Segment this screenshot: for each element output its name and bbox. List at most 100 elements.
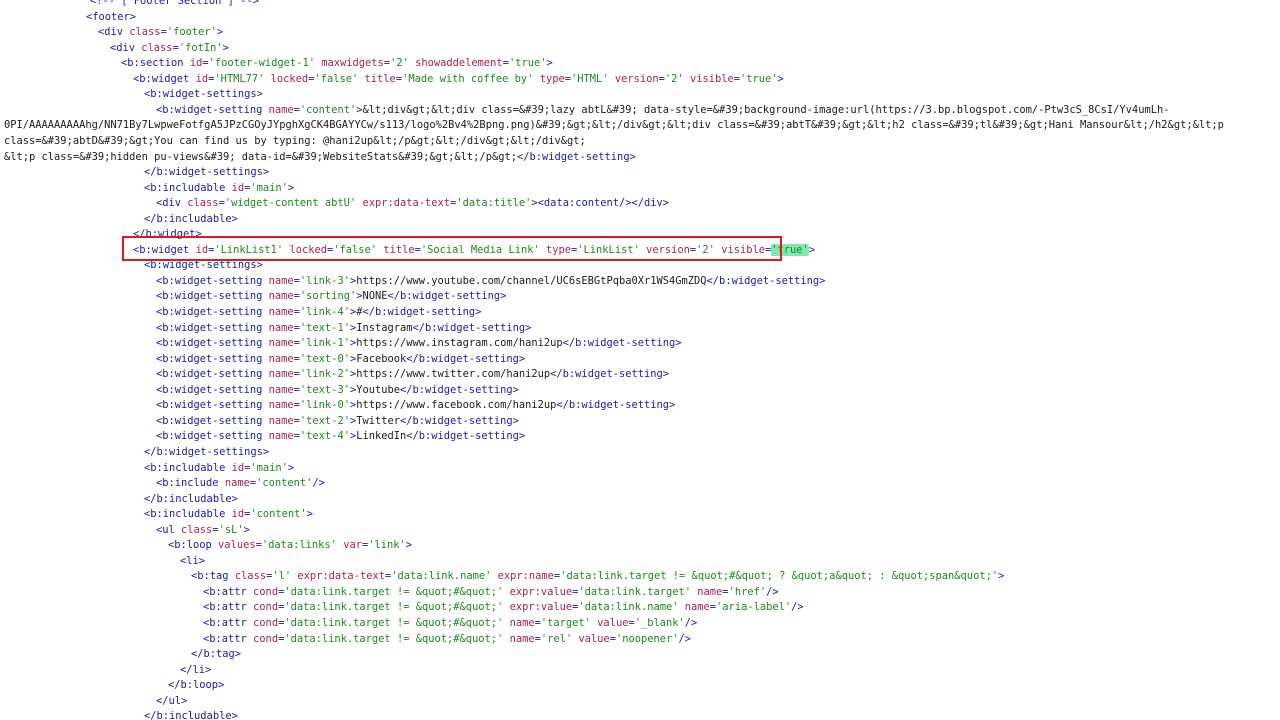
code-token: <!-- [ Footer Section ] --> — [90, 0, 259, 7]
code-token: 'HTML' — [571, 72, 609, 85]
code-token: <li> — [180, 554, 206, 567]
code-token: /> — [766, 585, 779, 598]
code-token: <b:widget-setting — [156, 430, 269, 443]
code-line: </b:includable> — [144, 709, 238, 720]
code-token: name — [268, 383, 294, 396]
code-token: expr:data-text — [297, 570, 385, 583]
code-token: cond — [253, 617, 279, 629]
code-line: <b:widget-setting name='link-4'>#</b:wid… — [156, 305, 481, 321]
code-token: <b:tag — [191, 570, 235, 583]
code-token: 'l' — [272, 570, 292, 583]
code-token: value — [578, 632, 610, 645]
code-token: > — [998, 570, 1005, 583]
code-line: <b:widget-setting name='link-1'>https://… — [156, 336, 682, 352]
code-token: 'href' — [728, 585, 767, 598]
code-token: 'target' — [540, 617, 591, 629]
code-token: </li> — [180, 663, 212, 676]
code-token: </b:widget-setting> — [400, 414, 519, 427]
code-token: <b:attr — [203, 617, 254, 629]
code-token: </b:widget-setting> — [556, 399, 676, 412]
code-token: Facebook — [356, 352, 407, 365]
code-token: https://www.facebook.com/hani2up — [356, 399, 557, 412]
code-token: 'main' — [250, 181, 288, 194]
highlight-box — [122, 236, 782, 261]
code-token: title — [364, 72, 396, 85]
code-token: 'text-1' — [299, 321, 350, 334]
code-line: class=&#39;abtD&#39;&gt;You can find us … — [4, 134, 586, 150]
code-token: name — [509, 632, 535, 645]
code-editor[interactable]: <!-- [ Footer Section ] --> <footer> <div … — [0, 0, 1280, 720]
code-token: https://www.twitter.com/hani2up — [356, 368, 551, 381]
code-line: <footer> — [86, 10, 136, 26]
code-token: > — [287, 461, 295, 474]
code-token: <b:includable — [144, 508, 232, 521]
code-token: 'data:link.target != &quot;#&quot; ? &qu… — [560, 570, 999, 583]
code-token: 'link' — [368, 539, 406, 552]
code-token: <b:widget-setting — [156, 306, 269, 318]
code-token: name — [268, 274, 294, 287]
code-token: </b:widget-setting> — [550, 368, 670, 381]
code-token: > — [243, 523, 250, 536]
code-token: class — [187, 197, 219, 210]
code-token: <b:attr — [203, 585, 254, 598]
code-token: /> — [678, 632, 692, 645]
code-token: <b:widget-settings> — [144, 259, 263, 272]
code-token: id — [189, 57, 203, 70]
code-token: 'footer-widget-1' — [208, 57, 315, 70]
code-token: Twitter — [356, 414, 401, 427]
code-token: <footer> — [86, 10, 137, 23]
code-token: var — [343, 539, 362, 552]
code-token: <b:widget-setting — [156, 290, 269, 303]
code-token: locked — [270, 72, 309, 85]
code-token: &lt;p class=&#39;hidden pu-views&#39; da… — [4, 150, 517, 163]
code-token: <div — [98, 26, 130, 39]
code-token: maxwidgets — [321, 57, 384, 70]
code-token: 'fotIn' — [178, 41, 223, 54]
code-token: https://www.youtube.com/channel/UC6sEBGt… — [356, 274, 707, 287]
code-token: <div — [110, 41, 142, 54]
code-line: <b:attr cond='data:link.target != &quot;… — [203, 616, 697, 632]
code-token: </b:tag> — [191, 648, 242, 661]
code-line: <b:widget-setting name='text-0'>Facebook… — [156, 352, 525, 368]
code-token: </div> — [631, 197, 670, 210]
code-token: '_blank' — [634, 617, 685, 629]
code-token: 'link-4' — [299, 306, 350, 318]
code-token: 'data:link.target != &quot;#&quot;' — [284, 617, 504, 629]
code-token: <b:widget-setting — [156, 414, 269, 427]
code-token: expr:data-text — [362, 197, 451, 210]
code-token: name — [268, 399, 294, 412]
code-token: > — [405, 539, 413, 552]
code-token: <b:widget-setting — [156, 103, 269, 116]
code-token: 'true' — [508, 57, 547, 70]
code-token: id — [231, 181, 245, 194]
code-token: 'aria-label' — [716, 601, 792, 614]
code-line: <b:widget-setting name='link-0'>https://… — [156, 398, 675, 414]
code-line: <b:section id='footer-widget-1' maxwidge… — [121, 56, 553, 72]
code-line: <b:loop values='data:links' var='link'> — [168, 538, 412, 554]
code-token: 'text-4' — [299, 430, 350, 443]
code-token: LinkedIn — [356, 430, 407, 443]
code-token: 'HTML77' — [214, 72, 265, 85]
code-token: 'false' — [314, 72, 359, 85]
code-token: 'link-0' — [299, 399, 350, 412]
code-token: 'widget-content abtU' — [224, 197, 357, 210]
code-token: <b:widget-setting — [156, 399, 269, 412]
code-token: <b:widget-setting — [156, 383, 269, 396]
code-token: 'data:link.target != &quot;#&quot;' — [284, 632, 504, 645]
code-token: 'data:link.target' — [578, 585, 691, 598]
code-token: 'noopener' — [615, 632, 679, 645]
code-line: <b:widget-setting name='link-2'>https://… — [156, 367, 669, 383]
code-line: <b:widget-setting name='text-3'>Youtube<… — [156, 383, 519, 399]
code-line: <b:attr cond='data:link.target != &quot;… — [203, 585, 779, 601]
code-token: id — [195, 72, 209, 85]
code-token: 'data:title' — [456, 197, 532, 210]
code-token: name — [268, 290, 294, 303]
code-line: &lt;p class=&#39;hidden pu-views&#39; da… — [4, 150, 636, 166]
code-token: 'data:link.target != &quot;#&quot;' — [284, 585, 504, 598]
code-token: > — [216, 26, 224, 39]
code-token: <b:widget-setting — [156, 368, 269, 381]
code-token: </b:widget-setting> — [362, 306, 482, 318]
code-token: </b:widget-setting> — [406, 352, 526, 365]
code-token: <div — [156, 197, 188, 210]
code-token: 'data:link.name' — [578, 601, 679, 614]
